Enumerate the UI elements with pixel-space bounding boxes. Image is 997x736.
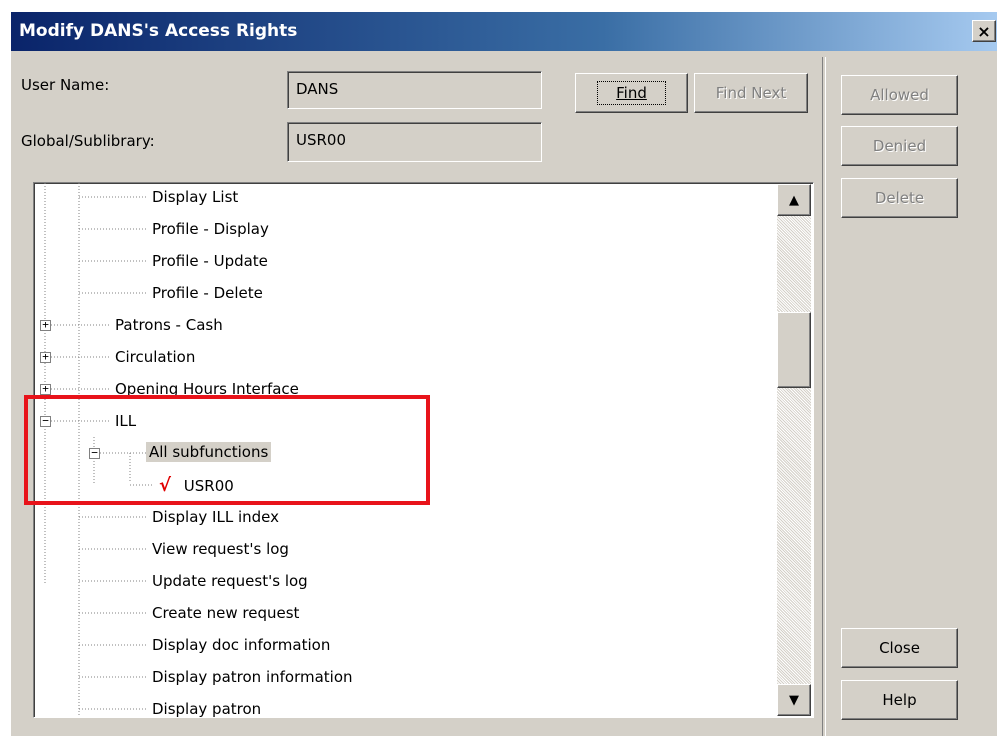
find-next-button-label: Find Next [715,84,787,102]
denied-button-label: Denied [872,137,927,155]
vertical-separator [822,57,826,736]
scroll-down-button[interactable]: ▼ [777,684,811,716]
tree-item-circulation[interactable]: Circulation [112,347,198,367]
find-button-label: Find [597,81,666,105]
tree-item-view-requests-log[interactable]: View request's log [149,539,292,559]
user-name-field: DANS [287,71,542,109]
expand-icon[interactable]: + [40,351,51,363]
delete-button-label: Delete [874,189,925,207]
close-button[interactable]: Close [841,628,958,668]
window-title: Modify DANS's Access Rights [19,21,298,41]
expand-icon[interactable]: + [40,319,51,331]
allowed-button-label: Allowed [870,86,929,104]
arrow-down-icon: ▼ [789,692,799,708]
tree-item-update-requests-log[interactable]: Update request's log [149,571,311,591]
arrow-up-icon: ▲ [789,192,799,208]
tree-item-display-ill-index[interactable]: Display ILL index [149,507,282,527]
tree-item-display-doc-information[interactable]: Display doc information [149,635,333,655]
delete-button[interactable]: Delete [841,178,958,218]
denied-button[interactable]: Denied [841,126,958,166]
tree-item-display-patron-information[interactable]: Display patron information [149,667,356,687]
close-icon: × [977,21,991,41]
help-button-label: Help [882,691,917,709]
tree-item-create-new-request[interactable]: Create new request [149,603,302,623]
annotation-highlight-box [24,395,430,505]
user-name-label: User Name: [21,76,110,94]
allowed-button[interactable]: Allowed [841,75,958,115]
tree-item-profile-display[interactable]: Profile - Display [149,219,272,239]
help-button[interactable]: Help [841,680,958,720]
expand-icon[interactable]: + [40,383,51,395]
scroll-up-button[interactable]: ▲ [777,184,811,216]
global-sublibrary-field: USR00 [287,122,542,162]
close-button-label: Close [879,639,920,657]
tree-item-profile-update[interactable]: Profile - Update [149,251,271,271]
access-rights-dialog: Modify DANS's Access Rights × User Name:… [10,11,997,736]
title-bar: Modify DANS's Access Rights [11,12,997,51]
tree-item-patrons-cash[interactable]: Patrons - Cash [112,315,226,335]
tree-item-profile-delete[interactable]: Profile - Delete [149,283,266,303]
tree-item-display-patron[interactable]: Display patron [149,699,264,717]
scrollbar-thumb[interactable] [777,312,811,388]
global-sublibrary-label: Global/Sublibrary: [21,132,155,150]
vertical-scrollbar[interactable]: ▲ ▼ [777,184,811,716]
find-button[interactable]: Find [575,73,688,113]
tree-item-display-list[interactable]: Display List [149,187,241,207]
find-next-button[interactable]: Find Next [694,73,808,113]
close-window-button[interactable]: × [972,20,996,42]
